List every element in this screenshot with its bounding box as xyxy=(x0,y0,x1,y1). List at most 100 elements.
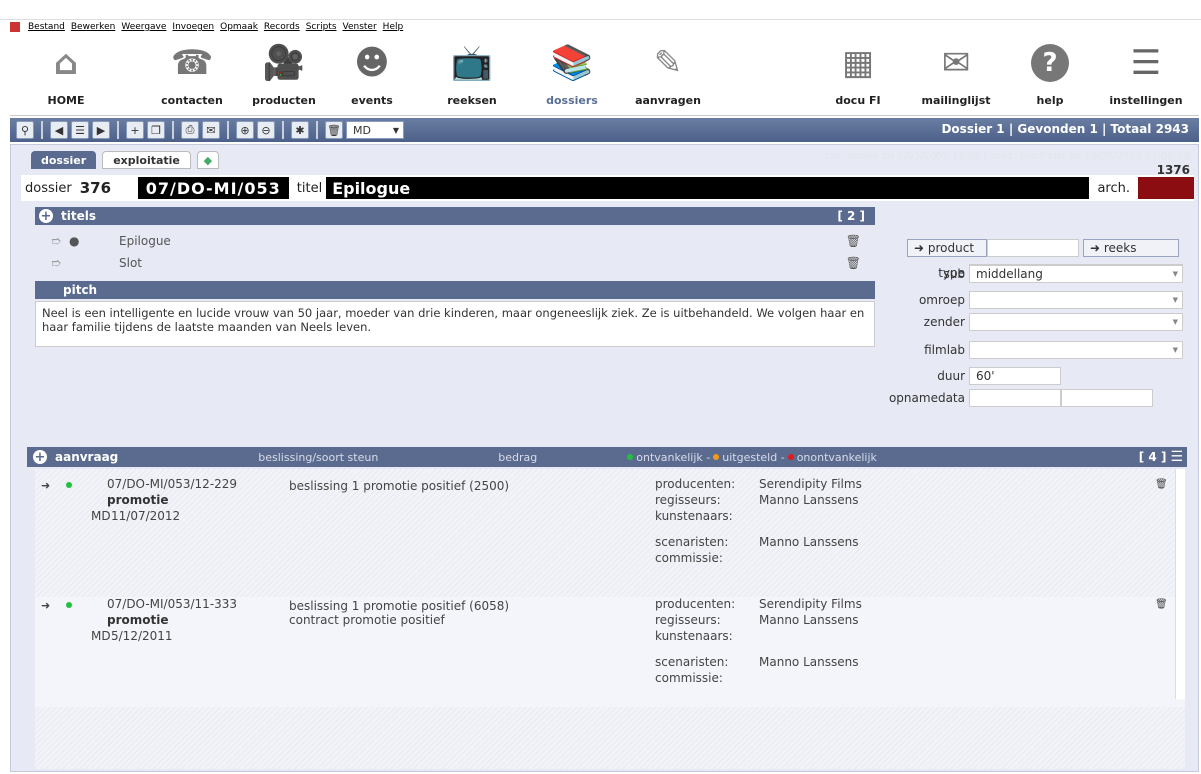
scrollbar[interactable] xyxy=(1175,469,1185,699)
list-menu-icon[interactable]: ☰ xyxy=(1170,449,1183,465)
nav-label: events xyxy=(351,94,393,107)
list-view-icon[interactable]: ☰ xyxy=(71,121,89,139)
arrow-right-icon[interactable]: ➱ xyxy=(51,234,69,248)
omroep-select[interactable]: ▼ xyxy=(969,291,1183,309)
regisseurs-value: Manno Lanssens xyxy=(759,613,859,627)
nav-home[interactable]: ⌂ HOME xyxy=(26,38,106,107)
sub-label: sub xyxy=(943,267,965,281)
boxes-icon: ▦ xyxy=(841,43,875,83)
add-titel-icon[interactable]: + xyxy=(39,209,53,224)
menu-venster[interactable]: Venster xyxy=(343,22,377,32)
nav-contacten[interactable]: ☎ contacten xyxy=(152,38,232,107)
duplicate-icon[interactable]: ❐ xyxy=(147,121,165,139)
nav-reeksen[interactable]: 📺 reeksen xyxy=(432,38,512,107)
legend-onontvankelijk: onontvankelijk xyxy=(796,450,877,464)
pitch-text[interactable]: Neel is een intelligente en lucide vrouw… xyxy=(35,301,875,347)
product-button[interactable]: ➜ product xyxy=(907,239,987,257)
nav-mailinglijst[interactable]: ✉ mailinglijst xyxy=(916,38,996,107)
reeks-label: reeks xyxy=(1103,241,1137,255)
menu-bewerken[interactable]: Bewerken xyxy=(71,22,115,32)
md-select[interactable]: MD ▼ xyxy=(346,121,404,139)
nav-dossiers[interactable]: 📚 dossiers xyxy=(532,38,612,107)
menu-weergave[interactable]: Weergave xyxy=(121,22,166,32)
arrow-right-icon[interactable]: ➜ xyxy=(41,479,50,492)
aanvraag-header: + aanvraag beslissing/soort steun bedrag… xyxy=(27,447,1187,467)
list-item[interactable]: ➱ ● Epilogue 🗑 xyxy=(35,231,875,251)
filmlab-select[interactable]: ▼ xyxy=(969,341,1183,359)
toolbar-divider xyxy=(117,121,119,139)
contacts-icon: ☎ xyxy=(170,43,214,83)
nav-help[interactable]: ? help xyxy=(1010,38,1090,107)
sub-value: middellang xyxy=(976,267,1043,281)
email-icon[interactable]: ✉ xyxy=(202,121,220,139)
zender-select[interactable]: ▼ xyxy=(969,313,1183,331)
constrain-find-icon[interactable]: ⊖ xyxy=(257,121,275,139)
trash-icon[interactable]: 🗑 xyxy=(846,234,861,248)
nav-events[interactable]: ☻ events xyxy=(332,38,412,107)
nav-label: reeksen xyxy=(447,94,497,107)
next-record-icon[interactable]: ▶ xyxy=(92,121,110,139)
menu-records[interactable]: Records xyxy=(264,22,300,32)
opnamedata-label: opnamedata xyxy=(888,391,965,405)
table-row[interactable]: ➜ 07/DO-MI/053/11-333 promotie MD 5/12/2… xyxy=(35,597,1185,707)
papers-icon: ✎ xyxy=(653,43,683,83)
aanvraag-header-label: aanvraag xyxy=(55,450,119,464)
aanvraag-col-beslissing: beslissing/soort steun xyxy=(258,450,379,464)
nav-label: contacten xyxy=(161,94,223,107)
aanvraag-date: 5/12/2011 xyxy=(111,629,173,643)
trash-icon[interactable]: 🗑 xyxy=(1155,599,1168,610)
opnamedata-start-field[interactable] xyxy=(969,389,1061,407)
books-icon: 📚 xyxy=(550,43,594,83)
chevron-down-icon: ▼ xyxy=(392,125,399,135)
print-icon[interactable]: ⎙ xyxy=(181,121,199,139)
nav-instellingen[interactable]: ☰ instellingen xyxy=(1106,38,1186,107)
add-aanvraag-icon[interactable]: + xyxy=(33,450,47,465)
tab-extra-icon[interactable]: ◆ xyxy=(196,151,219,169)
find-icon[interactable]: ⚲ xyxy=(16,121,34,139)
duur-field[interactable]: 60' xyxy=(969,367,1061,385)
list-item[interactable]: ➱ Slot 🗑 xyxy=(35,253,875,273)
producenten-value: Serendipity Films xyxy=(759,477,862,491)
prev-record-icon[interactable]: ◀ xyxy=(50,121,68,139)
settings-list-icon: ☰ xyxy=(1130,43,1162,83)
dossier-code-field[interactable]: 07/DO-MI/053 xyxy=(137,177,289,199)
menu-bestand[interactable]: Bestand xyxy=(28,22,65,32)
menu-help[interactable]: Help xyxy=(383,22,404,32)
filmlab-label: filmlab xyxy=(924,343,965,357)
sub-select[interactable]: middellang ▼ xyxy=(969,265,1183,283)
delete-icon[interactable]: 🗑 xyxy=(325,121,343,139)
trash-icon[interactable]: 🗑 xyxy=(1155,479,1168,490)
nav-docu-fi[interactable]: ▦ docu FI xyxy=(818,38,898,107)
product-row: ➜ product ➜ reeks xyxy=(907,239,1179,257)
dossier-bar: dossier 376 07/DO-MI/053 titel Epilogue … xyxy=(21,175,1194,201)
table-row[interactable]: ➜ 07/DO-MI/053/12-229 promotie MD 11/07/… xyxy=(35,477,1185,581)
extend-find-icon[interactable]: ⊕ xyxy=(236,121,254,139)
legend-uitgesteld: uitgesteld - xyxy=(722,450,785,464)
arrow-right-icon[interactable]: ➱ xyxy=(51,256,119,270)
zender-label: zender xyxy=(923,315,965,329)
tab-dossier[interactable]: dossier xyxy=(31,151,97,169)
product-field[interactable] xyxy=(987,239,1079,257)
chevron-down-icon: ▼ xyxy=(1172,296,1178,304)
titels-header: + titels [ 2 ] xyxy=(35,207,875,225)
nav-label: aanvragen xyxy=(635,94,701,107)
nav-producten[interactable]: 🎥 producten xyxy=(244,38,324,107)
menu-scripts[interactable]: Scripts xyxy=(306,22,337,32)
reeks-button[interactable]: ➜ reeks xyxy=(1083,239,1179,257)
menu-opmaak[interactable]: Opmaak xyxy=(220,22,258,32)
titel-field[interactable]: Epilogue xyxy=(326,177,1090,199)
dossier-number-field[interactable]: 376 xyxy=(76,179,138,197)
new-record-icon[interactable]: + xyxy=(126,121,144,139)
opnamedata-end-field[interactable] xyxy=(1061,389,1153,407)
trash-icon[interactable]: 🗑 xyxy=(846,256,861,270)
arrow-right-icon[interactable]: ➜ xyxy=(41,599,50,612)
scenaristen-label: scenaristen: xyxy=(655,535,729,549)
menu-invoegen[interactable]: Invoegen xyxy=(172,22,214,32)
show-all-icon[interactable]: ✱ xyxy=(291,121,309,139)
tab-exploitatie[interactable]: exploitatie xyxy=(102,151,191,169)
arch-field[interactable] xyxy=(1138,177,1194,199)
nav-aanvragen[interactable]: ✎ aanvragen xyxy=(628,38,708,107)
red-dot-icon xyxy=(787,454,794,460)
status-green-dot xyxy=(66,602,72,608)
titel-label: titel xyxy=(296,180,323,196)
